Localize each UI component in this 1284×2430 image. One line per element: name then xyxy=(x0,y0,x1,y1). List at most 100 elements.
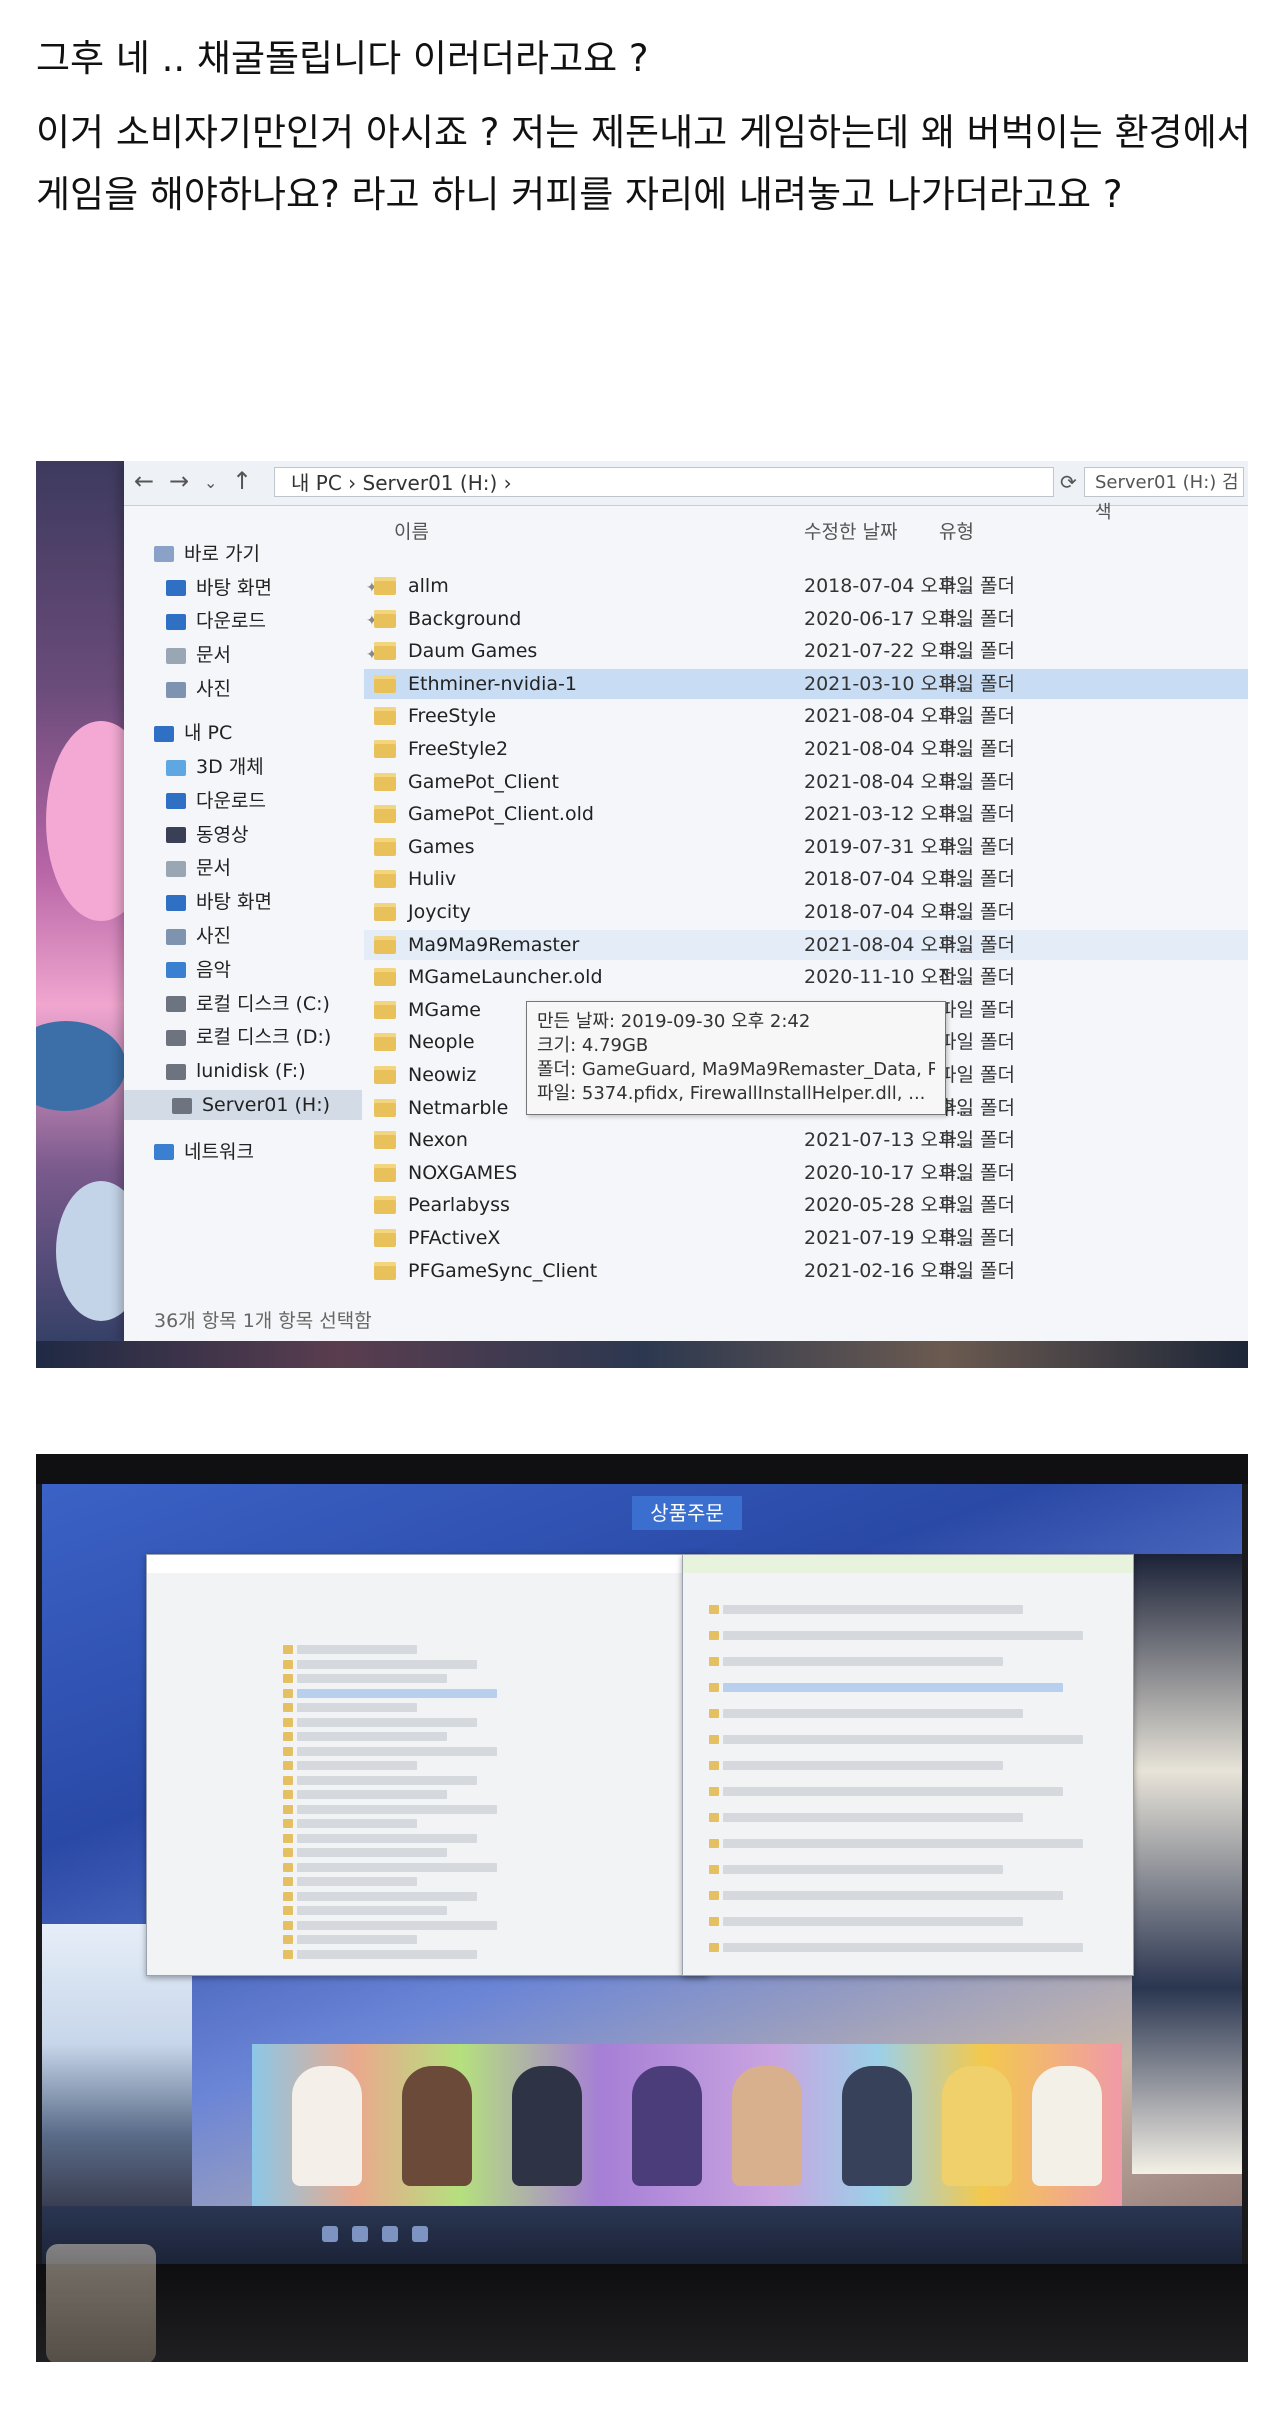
blurred-row xyxy=(297,1645,417,1654)
video-icon xyxy=(166,827,186,844)
file-type: 파일 폴더 xyxy=(939,770,1015,793)
taskbar-icon[interactable] xyxy=(382,2226,398,2242)
sidebar-item[interactable]: 다운로드 xyxy=(166,786,266,816)
file-type: 파일 폴더 xyxy=(939,640,1015,663)
network-drive-icon xyxy=(172,1097,192,1114)
file-row[interactable]: Background 2020-06-17 오후... 파일 폴더 xyxy=(364,604,1248,634)
tooltip-folders: 폴더: GameGuard, Ma9Ma9Remaster_Data, Redi… xyxy=(537,1059,935,1080)
sidebar-item[interactable]: 바탕 화면 xyxy=(166,887,272,917)
folder-icon xyxy=(283,1775,293,1785)
taskbar-icon[interactable] xyxy=(322,2226,338,2242)
folder-icon xyxy=(374,740,396,758)
taskbar-icon[interactable] xyxy=(352,2226,368,2242)
file-row[interactable]: Nexon 2021-07-13 오후... 파일 폴더 xyxy=(364,1125,1248,1155)
drive-icon xyxy=(166,996,186,1013)
folder-icon xyxy=(709,1787,719,1796)
file-row[interactable]: allm 2018-07-04 오후... 파일 폴더 xyxy=(364,571,1248,601)
folder-icon xyxy=(374,707,396,726)
folder-icon xyxy=(283,1862,293,1872)
explorer-window-thumbnail xyxy=(146,1554,708,1976)
file-row[interactable]: PFActiveX 2021-07-19 오후... 파일 폴더 xyxy=(364,1223,1248,1253)
sidebar-item[interactable]: Server01 (H:) xyxy=(124,1090,362,1120)
sidebar-item-label: 로컬 디스크 (D:) xyxy=(196,1026,332,1049)
pc-bang-screen: 상품주문 xyxy=(42,1484,1242,2264)
file-row[interactable]: GamePot_Client 2021-08-04 오후... 파일 폴더 xyxy=(364,767,1248,797)
folder-icon xyxy=(374,1131,396,1150)
file-type: 파일 폴더 xyxy=(939,672,1015,695)
sidebar-item[interactable]: 사진 xyxy=(166,921,231,951)
folder-icon xyxy=(283,1659,293,1669)
sidebar-item[interactable]: 동영상 xyxy=(166,820,248,850)
forward-icon[interactable]: → xyxy=(169,467,189,495)
blurred-row xyxy=(723,1943,1083,1952)
file-list: 이름 수정한 날짜 유형 allm 2018-07-04 오후... 파일 폴더 Ba… xyxy=(364,505,1248,1295)
tooltip-size: 크기: 4.79GB xyxy=(537,1035,649,1056)
folder-icon xyxy=(283,1949,293,1959)
sidebar-item[interactable]: 문서 xyxy=(166,853,231,883)
sidebar-item[interactable]: 바로 가기 xyxy=(154,539,260,569)
file-row[interactable]: FreeStyle2 2021-08-04 오후... 파일 폴더 xyxy=(364,734,1248,764)
folder-icon xyxy=(283,1732,293,1741)
sidebar-item-label: 네트워크 xyxy=(184,1140,254,1163)
sidebar-item[interactable]: 로컬 디스크 (C:) xyxy=(166,989,330,1019)
sidebar-item[interactable]: 네트워크 xyxy=(154,1137,254,1167)
sidebar-item[interactable]: 음악 xyxy=(166,955,231,985)
blurred-row xyxy=(297,1688,497,1698)
file-name: Daum Games xyxy=(408,640,538,663)
file-name: GamePot_Client.old xyxy=(408,803,594,826)
file-row[interactable]: Joycity 2018-07-04 오후... 파일 폴더 xyxy=(364,897,1248,927)
blurred-row xyxy=(723,1917,1023,1926)
sidebar-item-label: 로컬 디스크 (C:) xyxy=(196,992,330,1015)
desk-surface xyxy=(36,2264,1248,2362)
sidebar-item[interactable]: 내 PC xyxy=(154,718,232,748)
sidebar-item[interactable]: 3D 개체 xyxy=(166,752,264,782)
chevron-down-icon[interactable]: ⌄ xyxy=(204,473,217,492)
file-name: Neowiz xyxy=(408,1064,477,1086)
monitor-bezel xyxy=(36,1454,1248,1484)
file-row[interactable]: Ethminer-nvidia-1 2021-03-10 오후... 파일 폴더 xyxy=(364,668,1248,699)
file-row[interactable]: GamePot_Client.old 2021-03-12 오후... 파일 폴더 xyxy=(364,799,1248,829)
drive-icon xyxy=(166,1029,186,1046)
refresh-icon[interactable]: ⟳ xyxy=(1060,470,1077,494)
blurred-row xyxy=(297,1790,447,1799)
back-icon[interactable]: ← xyxy=(134,467,154,495)
up-icon[interactable]: ↑ xyxy=(232,467,252,495)
file-row[interactable]: Pearlabyss 2020-05-28 오후... 파일 폴더 xyxy=(364,1190,1248,1220)
sidebar-item[interactable]: lunidisk (F:) xyxy=(166,1056,306,1086)
sidebar-item[interactable]: 로컬 디스크 (D:) xyxy=(166,1022,331,1052)
folder-icon xyxy=(374,1098,396,1117)
sidebar-item[interactable]: 바탕 화면 ✦ xyxy=(166,573,378,603)
taskbar-icon[interactable] xyxy=(412,2226,428,2242)
file-row[interactable]: MGameLauncher.old 2020-11-10 오전... 파일 폴더 xyxy=(364,962,1248,992)
blurred-row xyxy=(723,1865,1003,1874)
folder-icon xyxy=(374,1261,396,1280)
sidebar-item[interactable]: 사진✦ xyxy=(166,674,378,704)
column-header-date[interactable]: 수정한 날짜 xyxy=(804,517,897,544)
file-type: 파일 폴더 xyxy=(939,738,1015,760)
blurred-row xyxy=(297,1717,477,1727)
sidebar-item[interactable]: 다운로드 ✦ xyxy=(166,606,378,636)
file-row[interactable]: Daum Games 2021-07-22 오후... 파일 폴더 xyxy=(364,636,1248,666)
file-row[interactable]: Games 2019-07-31 오후... 파일 폴더 xyxy=(364,832,1248,862)
sidebar-item-label: 바탕 화면 xyxy=(196,891,272,914)
file-row[interactable]: PFGameSync_Client 2021-02-16 오후... 파일 폴더 xyxy=(364,1256,1248,1286)
search-input[interactable]: Server01 (H:) 검색 xyxy=(1084,467,1244,523)
folder-icon xyxy=(709,1683,719,1692)
file-explorer-window: ← → ⌄ ↑ 내 PC › Server01 (H:) › ⟳ Server0… xyxy=(124,461,1248,1341)
file-row[interactable]: Huliv 2018-07-04 오후... 파일 폴더 xyxy=(364,864,1248,894)
folder-icon xyxy=(709,1657,719,1666)
file-name: Ethminer-nvidia-1 xyxy=(408,672,577,695)
column-header-type[interactable]: 유형 xyxy=(939,517,974,544)
file-name: Games xyxy=(408,835,475,858)
address-bar[interactable]: 내 PC › Server01 (H:) › xyxy=(274,467,1054,497)
folder-icon xyxy=(283,1935,293,1944)
order-tab[interactable]: 상품주문 xyxy=(632,1496,742,1530)
folder-icon xyxy=(283,1877,293,1886)
file-row[interactable]: NOXGAMES 2020-10-17 오후... 파일 폴더 xyxy=(364,1158,1248,1188)
sidebar-item[interactable]: 문서 ✦ xyxy=(166,640,378,670)
file-row[interactable]: FreeStyle 2021-08-04 오후... 파일 폴더 xyxy=(364,701,1248,731)
folder-icon xyxy=(283,1717,293,1727)
file-row[interactable]: Ma9Ma9Remaster 2021-08-04 오후... 파일 폴더 xyxy=(364,929,1248,960)
folder-icon xyxy=(283,1645,293,1654)
column-header-name[interactable]: 이름 xyxy=(394,517,429,544)
